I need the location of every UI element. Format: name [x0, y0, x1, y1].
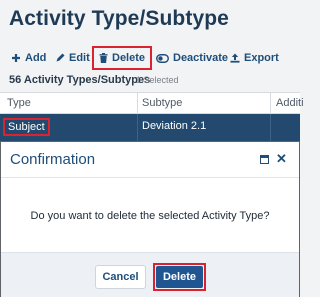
page-title: Activity Type/Subtype — [9, 7, 229, 30]
toggle-icon — [156, 53, 169, 63]
cancel-button[interactable]: Cancel — [95, 265, 146, 289]
column-header-additional[interactable]: Additi — [276, 97, 304, 109]
edit-button[interactable]: Edit — [55, 46, 90, 70]
delete-button[interactable]: Delete — [92, 46, 153, 70]
plus-icon — [12, 54, 20, 62]
export-button-label: Export — [244, 52, 279, 64]
cell-type[interactable]: Subject — [3, 118, 50, 136]
add-button[interactable]: Add — [11, 46, 46, 70]
export-icon — [230, 53, 240, 63]
cell-subtype[interactable]: Deviation 2.1 — [142, 120, 206, 132]
deactivate-button[interactable]: Deactivate — [156, 46, 228, 70]
pencil-icon — [56, 53, 65, 62]
maximize-icon[interactable] — [260, 155, 269, 164]
delete-button-label: Delete — [112, 52, 146, 64]
column-header-subtype[interactable]: Subtype — [142, 97, 182, 109]
dialog-header: Confirmation ✕ — [1, 142, 299, 178]
dialog-title: Confirmation — [10, 151, 96, 168]
column-divider — [270, 114, 271, 141]
edit-button-label: Edit — [69, 52, 90, 64]
table-row-selected[interactable]: Subject Deviation 2.1 — [0, 114, 300, 141]
column-divider — [270, 93, 271, 114]
selected-count: 1 Selected — [136, 75, 179, 85]
dialog-footer: Cancel Delete — [1, 252, 299, 297]
confirm-delete-button[interactable]: Delete — [156, 266, 203, 288]
toolbar: Add Edit Delete Deactivate Export — [0, 46, 300, 70]
confirm-delete-highlight: Delete — [153, 263, 206, 291]
add-button-label: Add — [25, 52, 47, 64]
grid-header: Type Subtype Additi — [0, 92, 304, 114]
list-count: 56 Activity Types/Subtypes — [9, 74, 151, 86]
column-divider — [137, 114, 138, 141]
export-button[interactable]: Export — [230, 46, 279, 70]
trash-icon — [99, 53, 108, 63]
dialog-message: Do you want to delete the selected Activ… — [30, 210, 270, 222]
deactivate-button-label: Deactivate — [173, 52, 229, 64]
confirmation-dialog: Confirmation ✕ Do you want to delete the… — [1, 142, 299, 297]
close-icon[interactable]: ✕ — [276, 151, 287, 167]
column-divider — [137, 93, 138, 114]
column-header-type[interactable]: Type — [7, 97, 31, 109]
